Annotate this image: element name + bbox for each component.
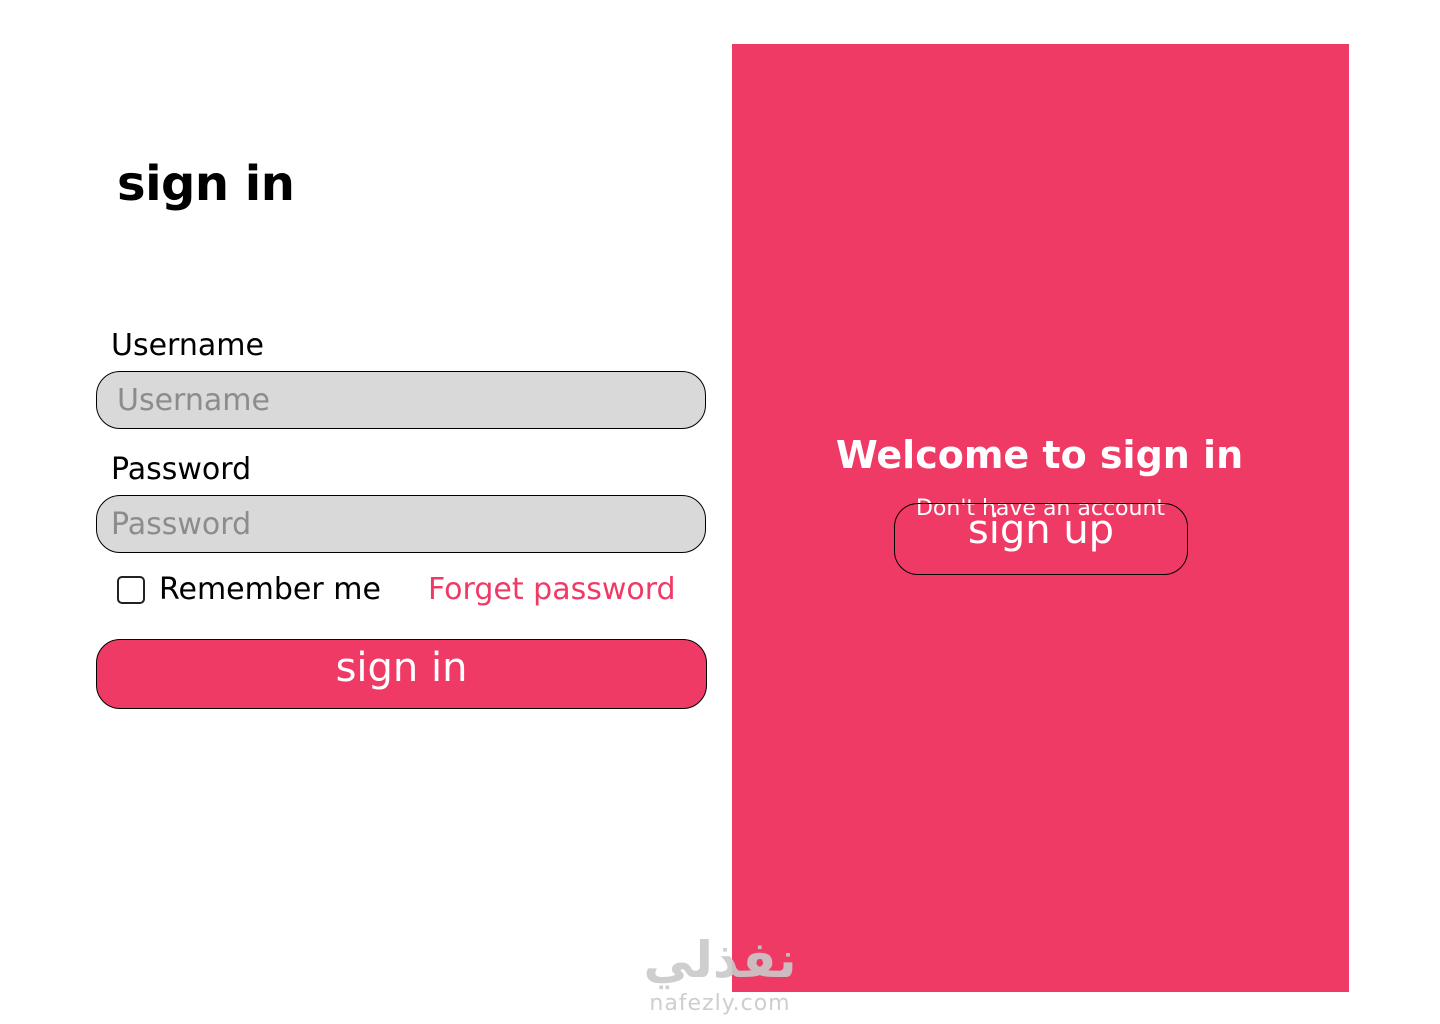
welcome-panel: Welcome to sign in Don't have an account… [732, 44, 1349, 992]
watermark-arabic-text: نفذلي [643, 931, 797, 989]
welcome-title: Welcome to sign in [835, 433, 1244, 477]
remember-me-checkbox[interactable] [117, 576, 145, 604]
watermark-latin-text: nafezly.com [649, 991, 791, 1016]
page-title: sign in [117, 156, 295, 212]
remember-me-label[interactable]: Remember me [159, 570, 381, 610]
password-input[interactable] [96, 495, 706, 553]
sign-in-page: sign in Username Password Remember me Fo… [0, 0, 1440, 1024]
password-label: Password [111, 452, 252, 487]
remember-me-row: Remember me [117, 570, 381, 610]
username-input[interactable] [96, 371, 706, 429]
username-label: Username [111, 328, 264, 363]
sign-in-button[interactable]: sign in [96, 639, 707, 709]
forget-password-link[interactable]: Forget password [428, 570, 676, 610]
sign-up-button[interactable]: sign up [894, 503, 1188, 575]
nafezly-watermark: نفذلي nafezly.com [630, 930, 810, 1024]
